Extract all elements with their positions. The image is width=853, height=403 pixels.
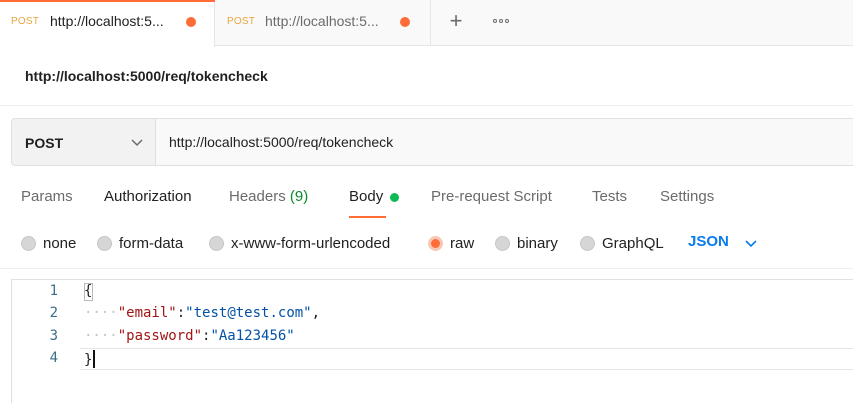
radio-form-data[interactable]: form-data bbox=[97, 234, 183, 252]
json-comma: , bbox=[311, 305, 321, 321]
indent-whitespace: ···· bbox=[84, 305, 118, 321]
request-tab-1[interactable]: POST http://localhost:5... bbox=[0, 0, 215, 47]
format-dropdown[interactable]: JSON bbox=[688, 233, 729, 250]
request-name[interactable]: http://localhost:5000/req/tokencheck bbox=[25, 68, 268, 84]
chevron-down-icon bbox=[131, 139, 143, 147]
code-line: ····"password":"Aa123456" bbox=[84, 328, 295, 344]
radio-graphql[interactable]: GraphQL bbox=[580, 234, 664, 252]
method-dropdown[interactable]: POST bbox=[12, 119, 156, 165]
url-input[interactable]: http://localhost:5000/req/tokencheck bbox=[169, 134, 393, 150]
radio-circle bbox=[495, 235, 510, 251]
line-number: 1 bbox=[49, 283, 58, 299]
tab-body[interactable]: Body bbox=[349, 188, 383, 205]
chevron-down-icon[interactable] bbox=[744, 236, 758, 250]
radio-raw[interactable]: raw bbox=[428, 234, 474, 252]
close-brace: } bbox=[84, 352, 93, 368]
line-number: 2 bbox=[49, 305, 58, 321]
tab-method-label: POST bbox=[11, 16, 40, 27]
radio-circle bbox=[209, 235, 224, 251]
unsaved-dot-icon bbox=[186, 17, 196, 27]
tab-prerequest-script[interactable]: Pre-request Script bbox=[431, 188, 552, 205]
json-colon: : bbox=[176, 305, 186, 321]
radio-label: GraphQL bbox=[602, 234, 664, 252]
line-number: 3 bbox=[49, 328, 58, 344]
divider bbox=[0, 268, 853, 269]
request-tab-strip: POST http://localhost:5... POST http://l… bbox=[0, 0, 853, 47]
json-value: "Aa123456" bbox=[210, 328, 295, 344]
tab-authorization[interactable]: Authorization bbox=[104, 188, 192, 205]
divider bbox=[0, 105, 853, 106]
radio-label: none bbox=[43, 234, 77, 252]
json-key: "email" bbox=[117, 305, 177, 321]
radio-label: raw bbox=[450, 234, 475, 252]
tab-headers[interactable]: Headers (9) bbox=[229, 188, 308, 205]
current-line-highlight bbox=[80, 348, 853, 370]
radio-urlencoded[interactable]: x-www-form-urlencoded bbox=[209, 234, 390, 252]
request-tab-2[interactable]: POST http://localhost:5... bbox=[215, 0, 431, 46]
line-number: 4 bbox=[49, 350, 58, 366]
tab-tests[interactable]: Tests bbox=[592, 188, 627, 205]
tab-settings[interactable]: Settings bbox=[660, 188, 714, 205]
json-value: "test@test.com" bbox=[185, 305, 312, 321]
code-line: } bbox=[84, 350, 96, 368]
url-bar: POST http://localhost:5000/req/tokenchec… bbox=[11, 118, 853, 166]
ellipsis-icon[interactable] bbox=[490, 11, 512, 31]
code-line: ····"email":"test@test.com", bbox=[84, 305, 320, 321]
radio-circle bbox=[21, 235, 36, 251]
radio-none[interactable]: none bbox=[21, 234, 76, 252]
code-line: { bbox=[84, 283, 92, 299]
json-key: "password" bbox=[117, 328, 203, 344]
text-cursor bbox=[93, 350, 96, 368]
tab-title: http://localhost:5... bbox=[50, 13, 164, 29]
active-tab-indicator bbox=[349, 216, 386, 218]
plus-icon[interactable]: + bbox=[446, 9, 466, 33]
radio-label: x-www-form-urlencoded bbox=[231, 234, 391, 252]
tab-params[interactable]: Params bbox=[21, 188, 73, 205]
headers-count: (9) bbox=[289, 188, 309, 205]
indent-whitespace: ···· bbox=[84, 328, 118, 344]
radio-circle bbox=[580, 235, 595, 251]
tab-title: http://localhost:5... bbox=[265, 13, 379, 29]
radio-label: form-data bbox=[119, 234, 184, 252]
tab-method-label: POST bbox=[227, 16, 256, 27]
radio-circle-selected bbox=[428, 235, 443, 251]
radio-binary[interactable]: binary bbox=[495, 234, 558, 252]
code-editor[interactable]: 1 2 3 4 { ····"email":"test@test.com", ·… bbox=[11, 279, 853, 403]
open-brace: { bbox=[84, 283, 93, 299]
body-status-dot-icon bbox=[390, 193, 399, 202]
tab-headers-label: Headers bbox=[229, 188, 286, 205]
unsaved-dot-icon bbox=[400, 17, 410, 27]
radio-circle bbox=[97, 235, 112, 251]
method-label: POST bbox=[25, 135, 64, 151]
radio-label: binary bbox=[517, 234, 558, 252]
